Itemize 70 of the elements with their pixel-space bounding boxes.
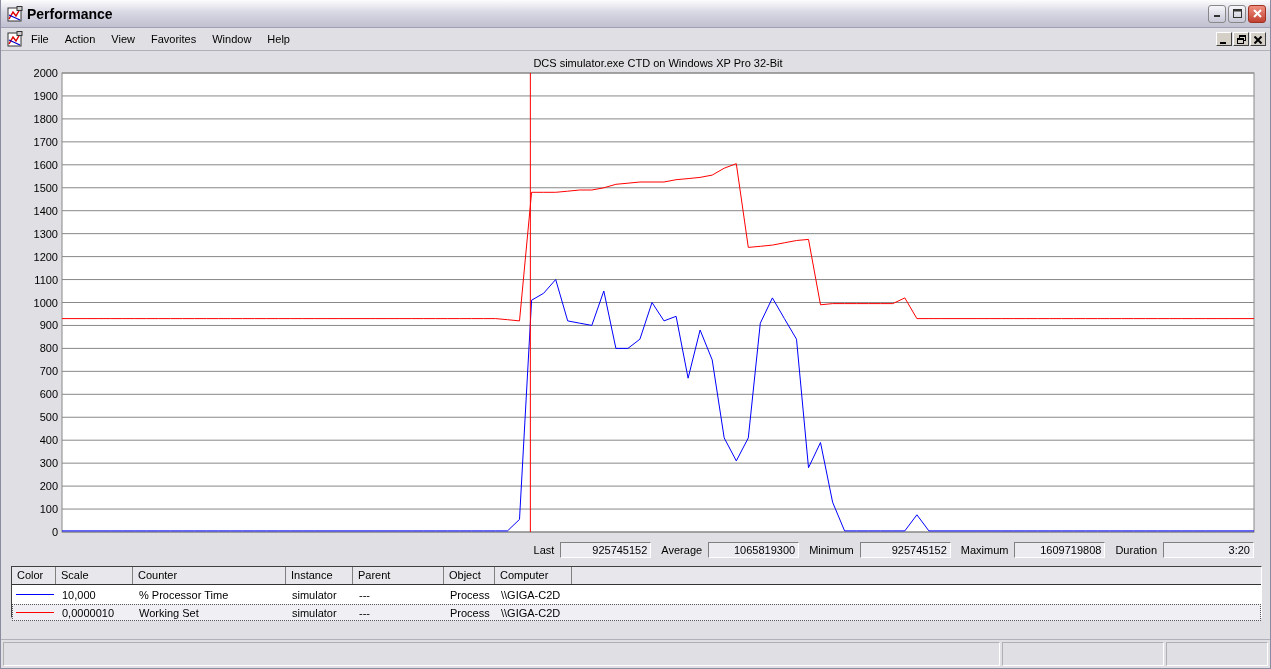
- y-axis-label: 100: [39, 503, 58, 516]
- y-axis-label: 200: [39, 480, 58, 493]
- restore-button[interactable]: [1233, 32, 1249, 46]
- stat-value: 1065819300: [708, 542, 800, 558]
- chart-icon[interactable]: [7, 31, 23, 47]
- minimize-button[interactable]: [1208, 4, 1226, 23]
- y-axis-label: 1000: [33, 296, 58, 309]
- table-cell-text: 10,000: [61, 588, 97, 601]
- y-axis-label: 600: [39, 388, 58, 401]
- table-cell-text: Working Set: [138, 606, 200, 619]
- y-axis-label: 1900: [33, 89, 58, 102]
- stat-value: 3:20: [1163, 542, 1254, 558]
- stat-label: Last: [533, 544, 555, 556]
- table-cell-text: 0,0000010: [61, 606, 115, 619]
- menu-item[interactable]: Help: [267, 33, 290, 45]
- y-axis-label: 500: [39, 411, 58, 424]
- y-axis-label: 2000: [33, 67, 58, 79]
- y-axis-label: 0: [51, 526, 58, 538]
- close-icon: [1254, 36, 1262, 44]
- menu-item[interactable]: Window: [212, 33, 252, 45]
- stat-label: Minimum: [809, 544, 854, 556]
- column-header[interactable]: Parent: [353, 567, 444, 584]
- table-cell-text: Process: [449, 588, 491, 601]
- y-axis-label: 1300: [33, 227, 58, 240]
- table-cell-text: simulator: [291, 588, 338, 601]
- y-axis-label: 1800: [33, 112, 58, 125]
- table-cell-text: % Processor Time: [138, 588, 230, 601]
- table-cell-text: \\GIGA-C2D: [500, 606, 562, 619]
- y-axis-label: 400: [39, 434, 58, 447]
- stat-label: Average: [661, 544, 703, 556]
- column-header[interactable]: Scale: [56, 567, 133, 584]
- column-header[interactable]: Color: [12, 567, 56, 584]
- table-cell-text: ---: [358, 588, 371, 601]
- stat-label: Duration: [1115, 544, 1157, 556]
- menu-item[interactable]: Favorites: [150, 33, 197, 45]
- column-header[interactable]: Instance: [286, 567, 353, 584]
- close-icon: [1252, 9, 1262, 18]
- chart-title: DCS simulator.exe CTD on Windows XP Pro 32-Bit: [533, 57, 783, 69]
- y-axis-label: 1500: [33, 181, 58, 194]
- chart-icon: [7, 5, 23, 22]
- table-cell-text: \\GIGA-C2D: [500, 588, 562, 601]
- table-cell-text: Process: [449, 606, 491, 619]
- close-button[interactable]: [1248, 4, 1266, 23]
- restore-icon: [1236, 35, 1246, 44]
- y-axis-label: 800: [39, 342, 58, 355]
- y-axis-label: 1600: [33, 158, 58, 171]
- y-axis-label: 300: [39, 457, 58, 470]
- menu-item[interactable]: View: [111, 33, 135, 45]
- stat-value: 1609719808: [1014, 542, 1106, 558]
- table-cell-text: simulator: [291, 606, 338, 619]
- window-title: Performance: [27, 5, 114, 22]
- column-header[interactable]: Counter: [133, 567, 286, 584]
- y-axis-label: 700: [39, 365, 58, 378]
- menu-item[interactable]: File: [31, 33, 49, 45]
- maximize-icon: [1232, 9, 1242, 18]
- y-axis-label: 1100: [34, 273, 58, 286]
- column-header[interactable]: Object: [444, 567, 495, 584]
- column-header[interactable]: Computer: [495, 567, 572, 584]
- menu-item[interactable]: Action: [64, 33, 96, 45]
- stat-value: 925745152: [560, 542, 652, 558]
- y-axis-label: 1400: [33, 204, 58, 217]
- stat-value: 925745152: [859, 542, 951, 558]
- stat-label: Maximum: [960, 544, 1009, 556]
- counter-row[interactable]: 0,0000010 Working Set simulator --- Process \\GIGA-C2D: [12, 604, 1261, 621]
- y-axis-label: 900: [39, 319, 58, 332]
- counter-row[interactable]: 10,000 % Processor Time simulator --- Process \\GIGA-C2D: [12, 586, 1261, 603]
- table-cell-text: ---: [358, 606, 371, 619]
- y-axis-label: 1700: [33, 135, 58, 148]
- maximize-button[interactable]: [1228, 4, 1246, 23]
- y-axis-label: 1200: [33, 250, 58, 263]
